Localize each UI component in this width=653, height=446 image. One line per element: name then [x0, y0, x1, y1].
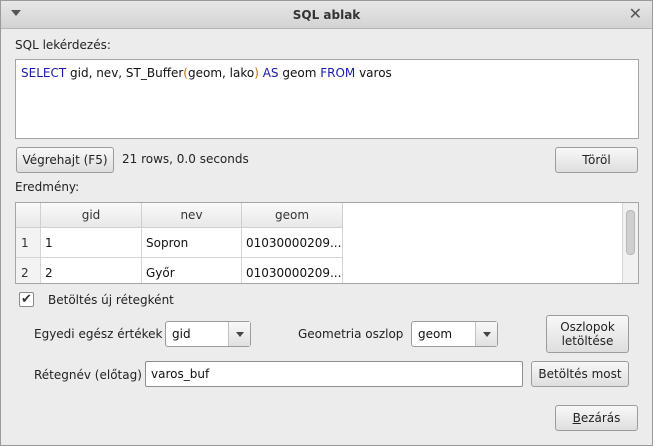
close-icon[interactable]: ✕ — [629, 5, 642, 23]
vertical-scrollbar[interactable] — [622, 203, 638, 283]
window-title: SQL ablak — [292, 7, 361, 22]
close-label-mnemonic: B — [572, 411, 581, 425]
geometry-column-value: geom — [418, 327, 453, 341]
close-button[interactable]: Bezárás — [555, 405, 638, 431]
layer-prefix-input[interactable]: varos_buf — [145, 361, 523, 387]
column-header-nev[interactable]: nev — [142, 203, 242, 228]
sql-token: AS — [258, 66, 279, 80]
row-number[interactable]: 1 — [16, 228, 41, 258]
clear-button[interactable]: Töröl — [555, 147, 638, 173]
fetch-columns-button[interactable]: Oszlopok letöltése — [546, 315, 629, 353]
table-cell[interactable]: 2 — [41, 258, 142, 283]
row-number-header — [16, 203, 41, 228]
table-cell[interactable]: 01030000209... — [242, 258, 343, 283]
sql-token: gid, nev, ST_Buffer — [66, 66, 184, 80]
load-as-layer-checkbox[interactable]: ✔ — [19, 292, 34, 307]
sql-query-editor[interactable]: SELECT gid, nev, ST_Buffer(geom, lako) A… — [15, 59, 639, 139]
load-as-layer-label: Betöltés új rétegként — [48, 293, 174, 307]
geometry-column-select[interactable]: geom — [411, 321, 498, 347]
geometry-column-label: Geometria oszlop — [298, 327, 404, 341]
load-now-button[interactable]: Betöltés most — [531, 361, 629, 387]
sql-token: varos — [355, 66, 392, 80]
table-cell[interactable]: 01030000209... — [242, 228, 343, 258]
scrollbar-thumb[interactable] — [626, 210, 635, 255]
table-cell[interactable]: Sopron — [142, 228, 242, 258]
sql-token: geom, lako — [187, 66, 255, 80]
fetch-columns-label-2: letöltése — [561, 334, 614, 348]
sql-token: SELECT — [21, 66, 67, 80]
chevron-down-icon — [235, 331, 244, 337]
sql-window: SQL ablak ✕ SQL lekérdezés: SELECT gid, … — [0, 0, 653, 446]
sql-query-label: SQL lekérdezés: — [15, 38, 111, 52]
dropdown-arrow[interactable] — [475, 322, 497, 346]
checkmark-icon: ✔ — [21, 292, 32, 307]
layer-prefix-label: Rétegnév (előtag) — [34, 368, 142, 382]
title-bar: SQL ablak ✕ — [1, 1, 652, 29]
unique-int-label: Egyedi egész értékek — [34, 327, 163, 341]
execute-button[interactable]: Végrehajt (F5) — [16, 147, 114, 173]
table-cell[interactable]: 1 — [41, 228, 142, 258]
close-label-rest: ezárás — [580, 411, 621, 425]
sql-token: FROM — [320, 66, 356, 80]
results-table: gid nev geom 1 1 Sopron 01030000209... 2… — [15, 202, 639, 284]
window-menu-icon[interactable] — [11, 10, 21, 16]
table-cell[interactable]: Győr — [142, 258, 242, 283]
chevron-down-icon — [482, 331, 491, 337]
status-text: 21 rows, 0.0 seconds — [122, 152, 249, 166]
column-header-geom[interactable]: geom — [242, 203, 343, 228]
fetch-columns-label-1: Oszlopok — [560, 320, 615, 334]
results-label: Eredmény: — [15, 180, 80, 194]
row-number[interactable]: 2 — [16, 258, 41, 283]
column-header-gid[interactable]: gid — [41, 203, 142, 228]
unique-int-select[interactable]: gid — [165, 321, 251, 347]
dropdown-arrow[interactable] — [228, 322, 250, 346]
unique-int-value: gid — [172, 327, 191, 341]
sql-token: geom — [278, 66, 321, 80]
